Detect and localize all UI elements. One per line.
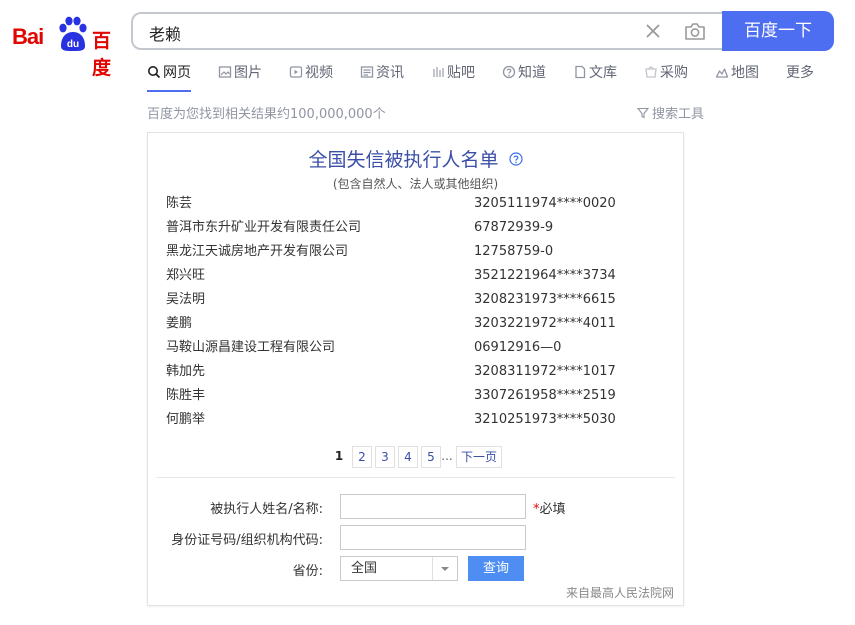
map-icon xyxy=(715,68,729,78)
row-code: 3210251973****5030 xyxy=(474,412,616,427)
logo-text-bai: Bai xyxy=(12,24,44,49)
table-row[interactable]: 吴法明 3208231973****6615 xyxy=(166,288,666,312)
logo-text-du: du xyxy=(67,39,79,50)
table-row[interactable]: 普洱市东升矿业开发有限责任公司 67872939-9 xyxy=(166,216,666,240)
row-name[interactable]: 黑龙江天诚房地产开发有限公司 xyxy=(166,240,348,264)
tab-label: 资讯 xyxy=(376,65,404,81)
id-field-label: 身份证号码/组织机构代码: xyxy=(171,533,323,548)
dishonest-list-card: 全国失信被执行人名单 (包含自然人、法人或其他组织) 陈芸 3205111974*… xyxy=(147,132,684,606)
row-name[interactable]: 姜鹏 xyxy=(166,312,192,336)
row-code: 06912916—0 xyxy=(474,340,562,355)
divider xyxy=(156,477,675,478)
row-code: 3203221972****4011 xyxy=(474,316,616,331)
camera-icon[interactable] xyxy=(684,21,706,41)
query-button[interactable]: 查询 xyxy=(468,556,524,581)
card-title-wrap: 全国失信被执行人名单 xyxy=(148,145,683,172)
tab-tieba[interactable]: 贴吧 xyxy=(431,62,475,90)
table-row[interactable]: 何鹏举 3210251973****5030 xyxy=(166,408,666,432)
paw-icon: du xyxy=(59,16,87,51)
logo-text-baidu: 百度 xyxy=(92,30,112,79)
row-name[interactable]: 陈胜丰 xyxy=(166,384,205,408)
tab-label: 图片 xyxy=(234,65,262,81)
tab-wenku[interactable]: 文库 xyxy=(573,62,617,90)
table-row[interactable]: 陈胜丰 3307261958****2519 xyxy=(166,384,666,408)
row-code: 3208231973****6615 xyxy=(474,292,616,307)
next-page-button[interactable]: 下一页 xyxy=(456,446,502,468)
cart-icon xyxy=(645,66,657,78)
table-row[interactable]: 黑龙江天诚房地产开发有限公司 12758759-0 xyxy=(166,240,666,264)
card-title[interactable]: 全国失信被执行人名单 xyxy=(308,149,498,171)
name-field-label: 被执行人姓名/名称: xyxy=(210,502,323,517)
row-name[interactable]: 马鞍山源昌建设工程有限公司 xyxy=(166,336,335,360)
row-name[interactable]: 陈芸 xyxy=(166,192,192,216)
row-code: 67872939-9 xyxy=(474,220,554,235)
tab-map[interactable]: 地图 xyxy=(715,62,759,90)
province-select[interactable]: 全国 xyxy=(340,556,458,581)
help-icon[interactable] xyxy=(508,152,523,166)
row-code: 3208311972****1017 xyxy=(474,364,616,379)
table-row[interactable]: 马鞍山源昌建设工程有限公司 06912916—0 xyxy=(166,336,666,360)
table-row[interactable]: 郑兴旺 3521221964****3734 xyxy=(166,264,666,288)
row-code: 3307261958****2519 xyxy=(474,388,616,403)
tab-label: 知道 xyxy=(518,65,546,81)
search-icon xyxy=(148,66,161,79)
page-4[interactable]: 4 xyxy=(398,446,418,468)
search-box xyxy=(131,12,727,50)
row-name[interactable]: 普洱市东升矿业开发有限责任公司 xyxy=(166,216,361,240)
result-list: 陈芸 3205111974****0020 普洱市东升矿业开发有限责任公司 6787… xyxy=(166,192,666,432)
row-name[interactable]: 韩加先 xyxy=(166,360,205,384)
tab-zhidao[interactable]: 知道 xyxy=(502,62,546,90)
province-value: 全国 xyxy=(351,561,378,576)
tab-label: 地图 xyxy=(731,65,759,81)
tab-label: 网页 xyxy=(163,65,191,81)
tab-label: 采购 xyxy=(660,65,688,81)
table-row[interactable]: 姜鹏 3203221972****4011 xyxy=(166,312,666,336)
required-hint: *必填 xyxy=(533,498,566,517)
news-icon xyxy=(360,66,374,78)
page-2[interactable]: 2 xyxy=(352,446,372,468)
tab-label: 文库 xyxy=(589,65,617,81)
video-icon xyxy=(289,66,303,78)
search-tools-label: 搜索工具 xyxy=(652,107,705,122)
tab-label: 贴吧 xyxy=(447,65,475,81)
filter-icon xyxy=(636,107,650,119)
close-icon[interactable] xyxy=(643,21,663,41)
page-5[interactable]: 5 xyxy=(421,446,441,468)
tab-caigou[interactable]: 采购 xyxy=(644,62,688,90)
row-code: 3521221964****3734 xyxy=(474,268,616,283)
name-input[interactable] xyxy=(340,494,526,519)
row-name[interactable]: 吴法明 xyxy=(166,288,205,312)
page-1[interactable]: 1 xyxy=(332,446,346,466)
tab-label: 视频 xyxy=(305,65,333,81)
image-icon xyxy=(218,66,232,78)
source-link[interactable]: 来自最高人民法院网 xyxy=(566,584,674,601)
table-row[interactable]: 陈芸 3205111974****0020 xyxy=(166,192,666,216)
tab-web[interactable]: 网页 xyxy=(147,62,191,92)
row-name[interactable]: 郑兴旺 xyxy=(166,264,205,288)
tab-images[interactable]: 图片 xyxy=(218,62,262,90)
page-ellipsis: ... xyxy=(441,449,453,463)
required-text: 必填 xyxy=(539,502,566,517)
row-name[interactable]: 何鹏举 xyxy=(166,408,205,432)
province-field-label: 省份: xyxy=(292,564,323,579)
search-input[interactable] xyxy=(147,21,631,45)
tab-news[interactable]: 资讯 xyxy=(360,62,404,90)
baidu-logo[interactable]: Bai du 百度 xyxy=(12,14,118,79)
search-button[interactable]: 百度一下 xyxy=(722,11,834,51)
id-input[interactable] xyxy=(340,525,526,550)
row-code: 12758759-0 xyxy=(474,244,554,259)
tieba-icon xyxy=(433,67,444,77)
document-icon xyxy=(575,65,586,79)
chevron-down-icon[interactable] xyxy=(432,557,457,580)
question-icon xyxy=(502,65,516,79)
row-code: 3205111974****0020 xyxy=(474,196,616,211)
tab-video[interactable]: 视频 xyxy=(289,62,333,90)
page-3[interactable]: 3 xyxy=(375,446,395,468)
table-row[interactable]: 韩加先 3208311972****1017 xyxy=(166,360,666,384)
result-count: 百度为您找到相关结果约100,000,000个 xyxy=(147,107,386,122)
card-subtitle: (包含自然人、法人或其他组织) xyxy=(332,177,499,191)
more-link[interactable]: 更多 xyxy=(786,62,814,82)
search-tools-button[interactable]: 搜索工具 xyxy=(636,103,705,122)
